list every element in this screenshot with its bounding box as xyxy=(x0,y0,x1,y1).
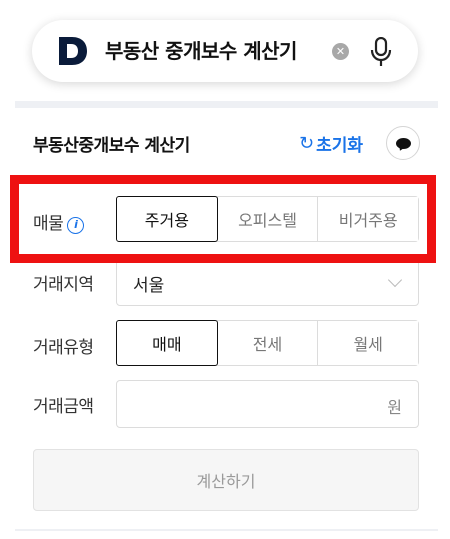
reset-button[interactable]: ↻ 초기화 xyxy=(299,131,363,156)
bottom-divider xyxy=(15,529,438,531)
reset-label: 초기화 xyxy=(316,136,364,156)
option-sale[interactable]: 매매 xyxy=(116,320,218,366)
search-bar[interactable]: 부동산 중개보수 계산기 ✕ xyxy=(32,20,418,82)
daum-logo-icon xyxy=(59,37,87,65)
section-divider xyxy=(15,101,438,108)
calculate-button[interactable]: 계산하기 xyxy=(33,449,419,511)
property-type-selector: 주거용 오피스텔 비거주용 xyxy=(116,196,419,242)
option-non-residential[interactable]: 비거주용 xyxy=(317,197,419,241)
info-icon[interactable]: i xyxy=(67,217,85,234)
property-type-label: 매물 i xyxy=(33,209,85,234)
search-query[interactable]: 부동산 중개보수 계산기 xyxy=(105,20,297,82)
chat-button[interactable] xyxy=(386,126,420,160)
option-jeonse[interactable]: 전세 xyxy=(216,321,318,365)
deal-type-selector: 매매 전세 월세 xyxy=(116,320,419,366)
option-monthly-rent[interactable]: 월세 xyxy=(317,321,419,365)
region-value: 서울 xyxy=(133,276,165,296)
deal-type-label: 거래유형 xyxy=(33,338,94,358)
refresh-icon: ↻ xyxy=(299,133,315,154)
region-label: 거래지역 xyxy=(33,275,94,295)
amount-unit: 원 xyxy=(387,398,402,417)
page-title: 부동산중개보수 계산기 xyxy=(33,136,190,156)
option-officetel[interactable]: 오피스텔 xyxy=(216,197,318,241)
amount-label: 거래금액 xyxy=(33,397,94,417)
region-select[interactable]: 서울 xyxy=(116,258,419,306)
microphone-icon[interactable] xyxy=(370,37,392,67)
chevron-down-icon xyxy=(387,272,403,288)
option-residential[interactable]: 주거용 xyxy=(116,196,218,242)
amount-input[interactable]: 원 xyxy=(116,380,419,428)
clear-search-icon[interactable]: ✕ xyxy=(332,43,349,60)
